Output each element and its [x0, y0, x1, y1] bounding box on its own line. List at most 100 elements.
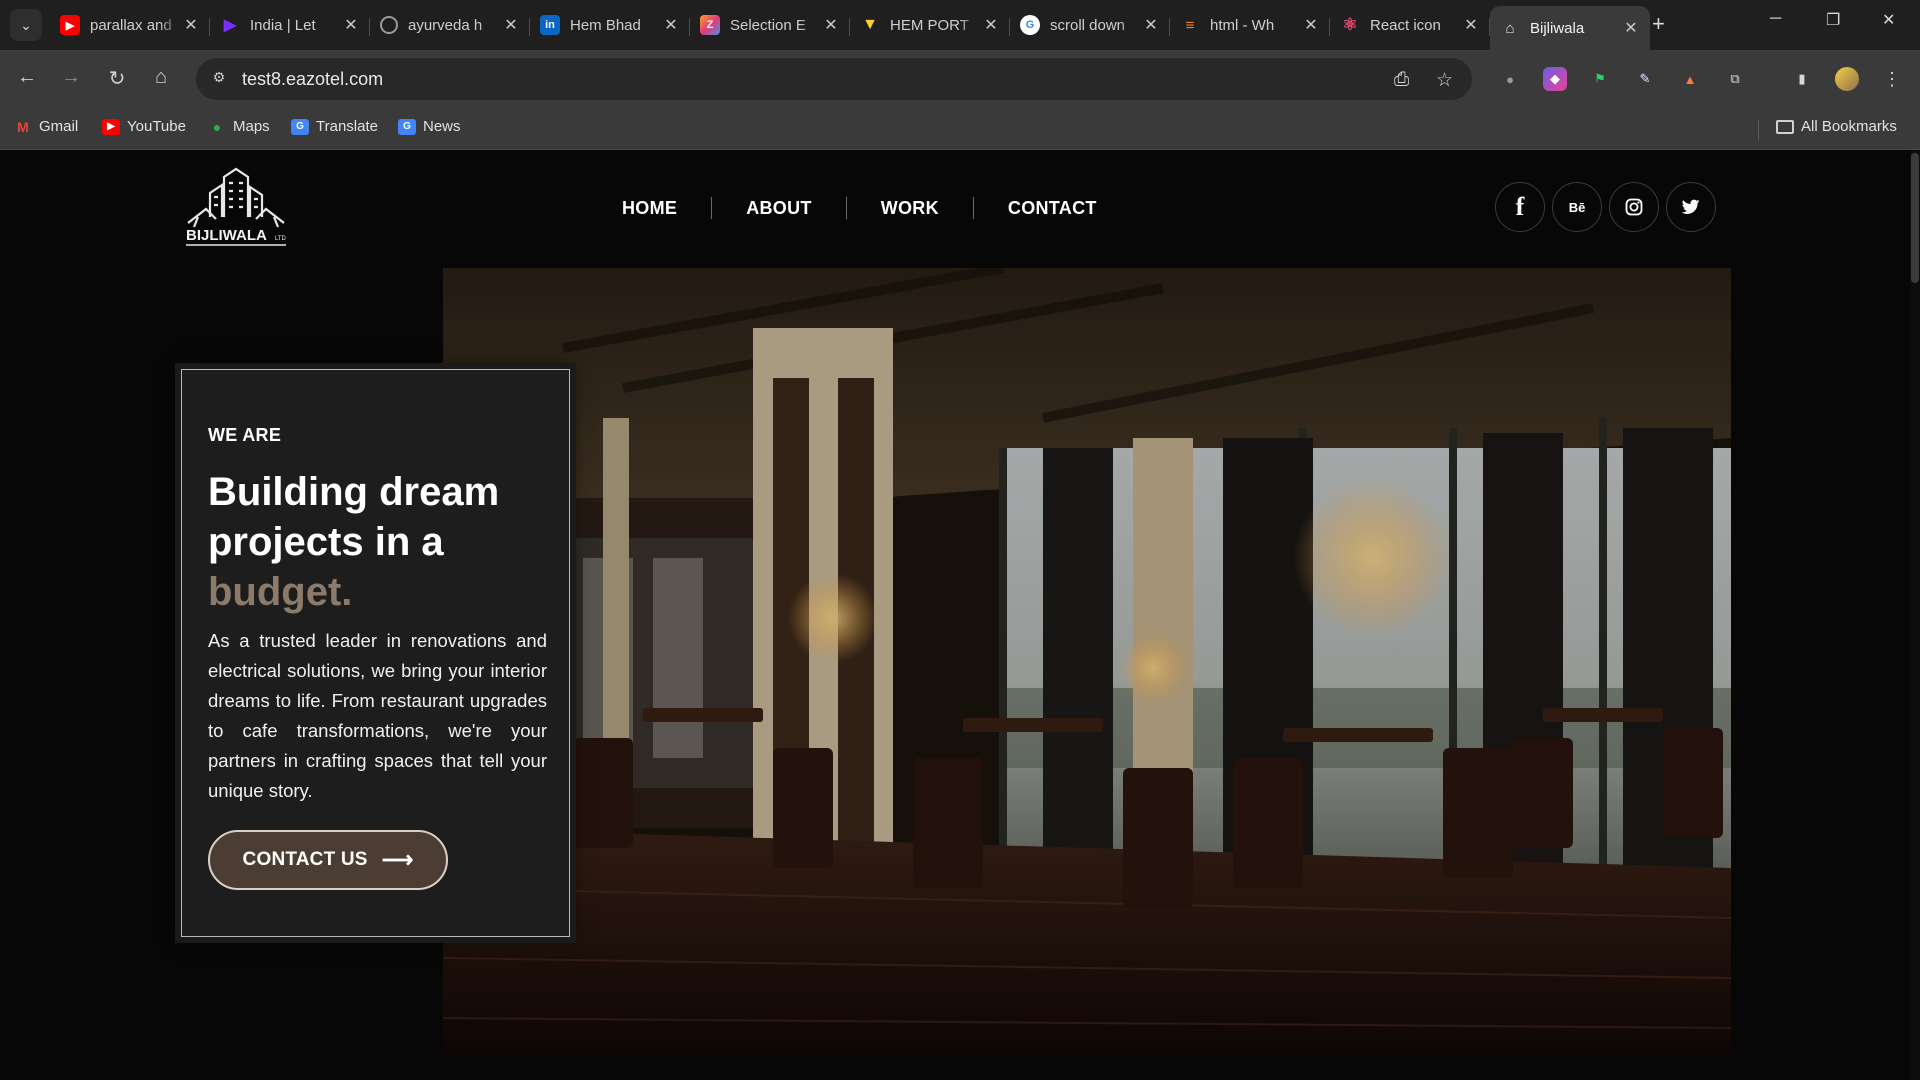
browser-tab[interactable]: ayurveda h ✕	[370, 6, 530, 44]
hero-image	[443, 268, 1731, 1054]
extension-icon[interactable]: ◆	[1543, 67, 1567, 91]
address-bar[interactable]: ⚙ test8.eazotel.com ⎙ ☆	[196, 58, 1472, 100]
vite-icon: ▼	[862, 16, 878, 33]
browser-tab[interactable]: ≡ html - Wh ✕	[1170, 6, 1330, 44]
bookmark-youtube[interactable]: ▶ YouTube	[102, 118, 186, 135]
headline-line: projects in a	[208, 520, 444, 564]
tab-strip: ⌄ ▶ parallax and ✕ ▶ India | Let ✕ ayurveda …	[0, 0, 1920, 50]
site-info-icon[interactable]: ⚙	[208, 69, 230, 89]
extension-icon[interactable]: ●	[1498, 67, 1522, 91]
tab-title: scroll down	[1050, 16, 1126, 34]
browser-tab-active[interactable]: ⌂ Bijliwala ✕	[1490, 6, 1650, 50]
browser-tab[interactable]: ▶ India | Let ✕	[210, 6, 370, 44]
extensions-menu-icon[interactable]: ⧉	[1723, 67, 1747, 91]
side-panel-icon[interactable]: ▮	[1790, 67, 1814, 91]
forward-button[interactable]: →	[58, 66, 84, 89]
tab-search-button[interactable]: ⌄	[10, 9, 42, 41]
headline-accent: budget.	[208, 570, 353, 614]
browser-toolbar: ← → ↻ ⌂ ⚙ test8.eazotel.com ⎙ ☆ ● ◆ ⚑ ✎ …	[0, 50, 1920, 108]
nav-divider	[711, 197, 713, 219]
tab-title: Bijliwala	[1530, 19, 1585, 37]
close-icon[interactable]: ✕	[1142, 15, 1160, 35]
bookmark-star-icon[interactable]: ☆	[1436, 69, 1453, 92]
home-button[interactable]: ⌂	[148, 66, 174, 89]
extension-icon[interactable]: ⚑	[1588, 67, 1612, 91]
stackoverflow-icon: ≡	[1185, 16, 1195, 34]
close-icon[interactable]: ✕	[1622, 18, 1640, 38]
play-icon: ▶	[223, 17, 237, 34]
window-close-button[interactable]: ✕	[1882, 10, 1895, 30]
nav-work[interactable]: WORK	[881, 198, 939, 219]
back-button[interactable]: ←	[14, 66, 40, 89]
tab-title: React icon	[1370, 16, 1441, 34]
headline-line: Building dream	[208, 470, 500, 514]
close-icon[interactable]: ✕	[502, 15, 520, 35]
instagram-link[interactable]	[1609, 182, 1659, 232]
all-bookmarks-label: All Bookmarks	[1801, 118, 1897, 135]
tab-title: ayurveda h	[408, 16, 483, 34]
linkedin-icon: in	[540, 15, 560, 35]
close-icon[interactable]: ✕	[342, 15, 360, 35]
instagram-icon	[1625, 198, 1643, 216]
tab-title: html - Wh	[1210, 16, 1275, 34]
logo-suffix: LTD	[275, 236, 287, 242]
bookmark-gmail[interactable]: M Gmail	[14, 118, 78, 135]
close-icon[interactable]: ✕	[662, 15, 680, 35]
close-icon[interactable]: ✕	[182, 15, 200, 35]
extension-icon[interactable]: ▲	[1678, 67, 1702, 91]
hero-description: As a trusted leader in renovations and e…	[208, 630, 547, 801]
bijliwala-icon: ⌂	[1505, 19, 1515, 37]
bookmark-maps[interactable]: ● Maps	[208, 118, 270, 135]
bookmarks-divider	[1758, 120, 1759, 140]
browser-tab[interactable]: Gscroll down ✕	[1010, 6, 1170, 44]
hero-eyebrow: WE ARE	[208, 425, 282, 445]
news-icon: G	[398, 118, 416, 135]
restore-button[interactable]: ❐	[1826, 10, 1840, 30]
page-viewport: BIJLIWALA LTD HOME ABOUT WORK CONTACT f …	[0, 151, 1920, 1080]
nav-divider	[845, 197, 847, 219]
url-text[interactable]: test8.eazotel.com	[242, 69, 383, 90]
reload-button[interactable]: ↻	[104, 66, 130, 91]
new-tab-button[interactable]: +	[1652, 12, 1665, 36]
extension-icon[interactable]: ✎	[1633, 67, 1657, 91]
twitter-link[interactable]	[1666, 182, 1716, 232]
behance-link[interactable]: Bē	[1552, 182, 1602, 232]
site-logo[interactable]: BIJLIWALA LTD	[180, 167, 292, 251]
tab-title: Hem Bhad	[570, 16, 641, 34]
facebook-link[interactable]: f	[1495, 182, 1545, 232]
more-menu-icon[interactable]: ⋮	[1880, 67, 1904, 91]
tab-title: parallax and	[90, 16, 172, 34]
close-icon[interactable]: ✕	[822, 15, 840, 35]
bookmark-label: Translate	[316, 118, 378, 135]
avatar[interactable]	[1835, 67, 1859, 91]
nav-about[interactable]: ABOUT	[746, 198, 812, 219]
nav-contact[interactable]: CONTACT	[1008, 198, 1097, 219]
install-app-icon[interactable]: ⎙	[1394, 69, 1409, 91]
browser-tab[interactable]: ▼ HEM PORT ✕	[850, 6, 1010, 44]
tab-title: Selection E	[730, 16, 806, 34]
scrollbar-thumb[interactable]	[1911, 153, 1919, 283]
nav-home[interactable]: HOME	[622, 198, 677, 219]
browser-tab[interactable]: in Hem Bhad ✕	[530, 6, 690, 44]
bookmark-translate[interactable]: G Translate	[291, 118, 378, 135]
browser-tab[interactable]: Z Selection E ✕	[690, 6, 850, 44]
close-icon[interactable]: ✕	[982, 15, 1000, 35]
all-bookmarks-button[interactable]: All Bookmarks	[1776, 118, 1897, 135]
page-scrollbar[interactable]	[1910, 151, 1920, 1080]
browser-tab[interactable]: ⚛ React icon ✕	[1330, 6, 1490, 44]
close-icon[interactable]: ✕	[1302, 15, 1320, 35]
logo-wordmark: BIJLIWALA	[186, 227, 267, 244]
close-icon[interactable]: ✕	[1462, 15, 1480, 35]
react-icon: ⚛	[1342, 15, 1358, 34]
chevron-down-icon: ⌄	[20, 16, 32, 33]
plus-icon: +	[1652, 11, 1665, 36]
minimize-button[interactable]: ─	[1770, 10, 1781, 28]
browser-tab[interactable]: ▶ parallax and ✕	[50, 6, 210, 44]
bookmark-news[interactable]: G News	[398, 118, 461, 135]
contact-us-button[interactable]: CONTACT US ⟶	[208, 830, 448, 890]
arrow-right-icon: ⟶	[381, 847, 414, 872]
restaurant-interior-image	[443, 268, 1731, 1054]
facebook-icon: f	[1515, 192, 1525, 221]
nav-divider	[972, 197, 974, 219]
tab-title: HEM PORT	[890, 16, 969, 34]
